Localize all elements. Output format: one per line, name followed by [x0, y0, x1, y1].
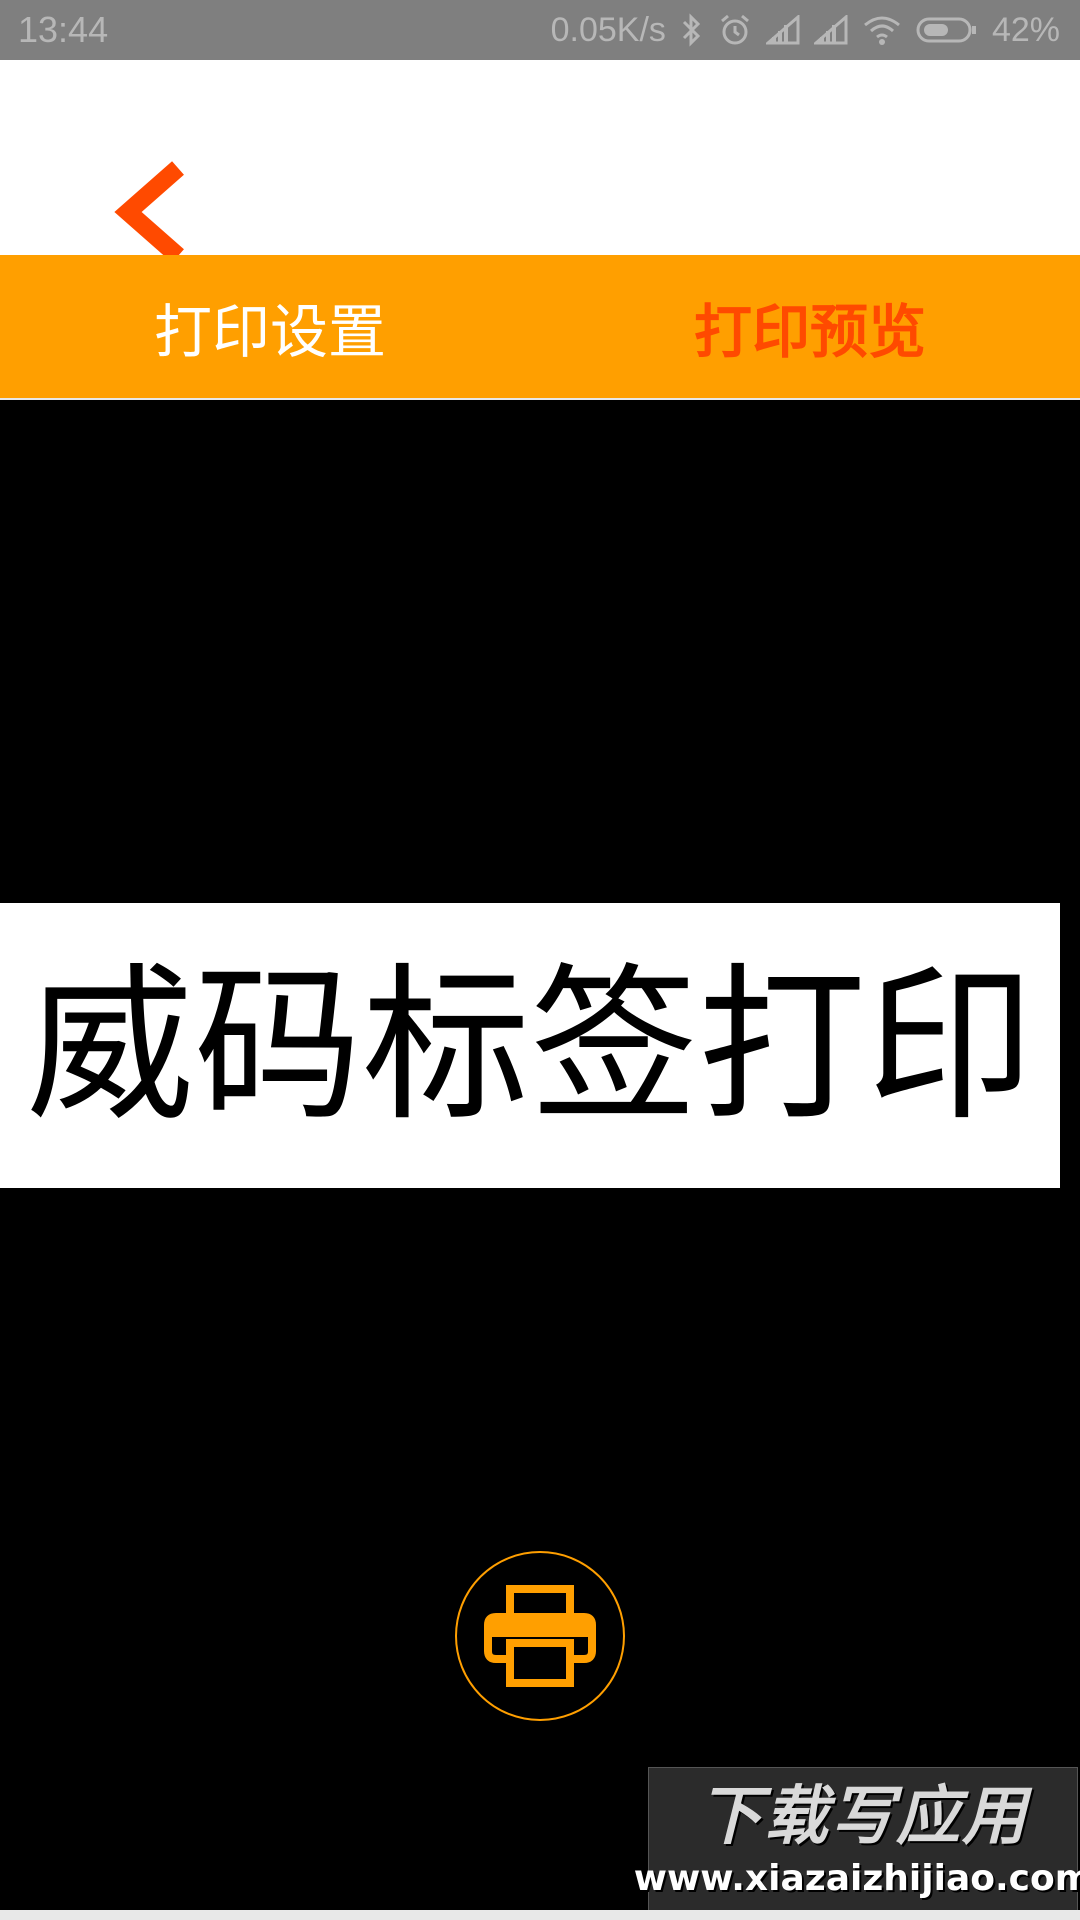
wifi-icon [862, 14, 902, 46]
signal-icon [765, 15, 800, 45]
battery-icon [916, 15, 978, 45]
signal-icon [813, 15, 848, 45]
status-time: 13:44 [18, 9, 109, 50]
watermark-url: www.xiazaizhijiao.com [633, 1858, 1080, 1899]
printer-icon [484, 1585, 596, 1687]
watermark-title: 下载写应用 [698, 1780, 1028, 1854]
bluetooth-icon [680, 13, 704, 47]
status-bar: 13:44 0.05K/s 42% [0, 0, 1080, 60]
network-speed: 0.05K/s [550, 11, 666, 49]
battery-percent: 42% [991, 11, 1060, 49]
alarm-icon [718, 13, 752, 47]
top-nav [0, 60, 1080, 263]
label-preview: 威码标签打印 [0, 903, 1060, 1188]
print-preview-area: 威码标签打印 [0, 402, 1080, 1910]
print-button[interactable] [455, 1551, 625, 1721]
status-icons: 0.05K/s 42% [551, 8, 1060, 52]
bottom-strip [0, 1910, 1080, 1920]
tab-bar: 打印设置 打印预览 [0, 255, 1080, 400]
tab-print-settings[interactable]: 打印设置 [70, 255, 470, 398]
label-text: 威码标签打印 [26, 947, 1034, 1144]
tab-print-preview[interactable]: 打印预览 [610, 255, 1010, 398]
watermark-logo: 下载写应用 www.xiazaizhijiao.com [634, 1767, 1080, 1913]
